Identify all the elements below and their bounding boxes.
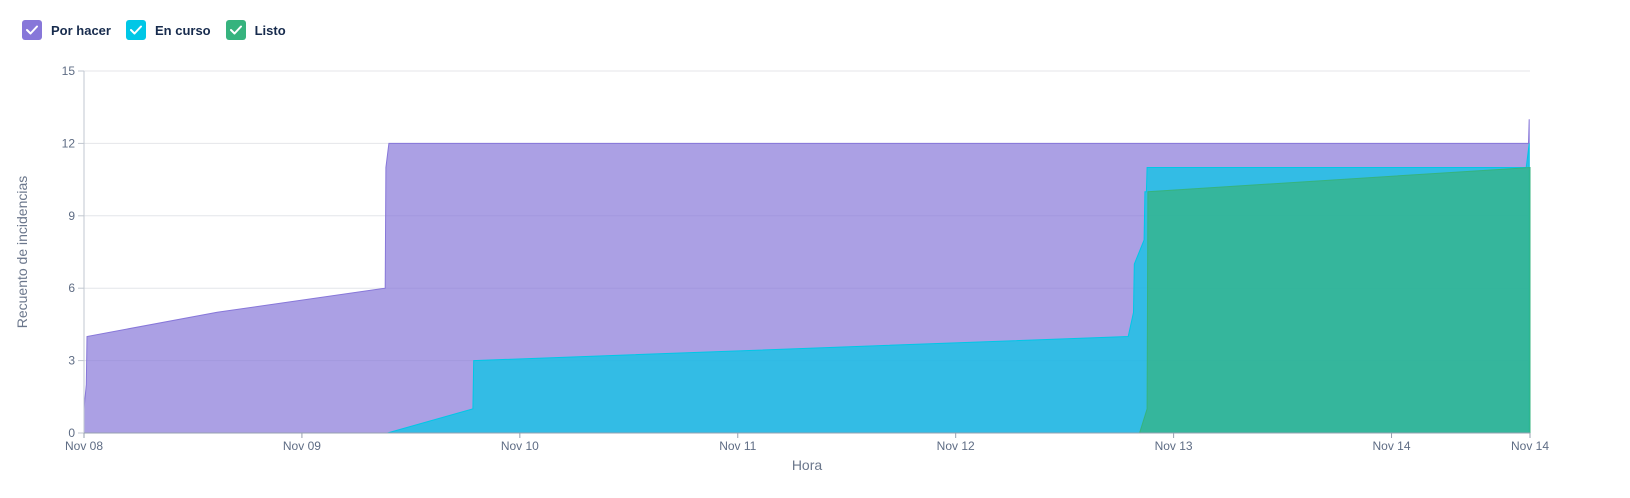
y-axis-title: Recuento de incidencias — [14, 176, 30, 329]
y-axis-ticks: 0 3 6 9 12 15 — [62, 64, 84, 440]
y-tick-label: 9 — [68, 209, 75, 223]
x-tick-label: Nov 12 — [937, 439, 975, 453]
y-tick-label: 15 — [62, 64, 76, 78]
y-tick-label: 12 — [62, 136, 76, 150]
x-tick-label: Nov 08 — [65, 439, 103, 453]
x-axis-title: Hora — [792, 457, 823, 473]
y-tick-label: 6 — [68, 281, 75, 295]
x-tick-label: Nov 10 — [501, 439, 539, 453]
y-tick-label: 0 — [68, 426, 75, 440]
y-tick-label: 3 — [68, 354, 75, 368]
x-axis-ticks: Nov 08 Nov 09 Nov 10 Nov 11 Nov 12 Nov 13 Nov … — [65, 433, 1549, 453]
cumulative-flow-chart: 03691215 Nov 08 Nov 09 Nov 10 Nov 11 Nov 12 N… — [14, 64, 1549, 473]
area-series — [83, 119, 1531, 434]
x-tick-label: Nov 13 — [1155, 439, 1193, 453]
x-tick-label: Nov 11 — [719, 439, 756, 453]
x-tick-label: Nov 14 — [1373, 439, 1411, 453]
x-tick-label: Nov 14 — [1511, 439, 1549, 453]
x-tick-label: Nov 09 — [283, 439, 321, 453]
